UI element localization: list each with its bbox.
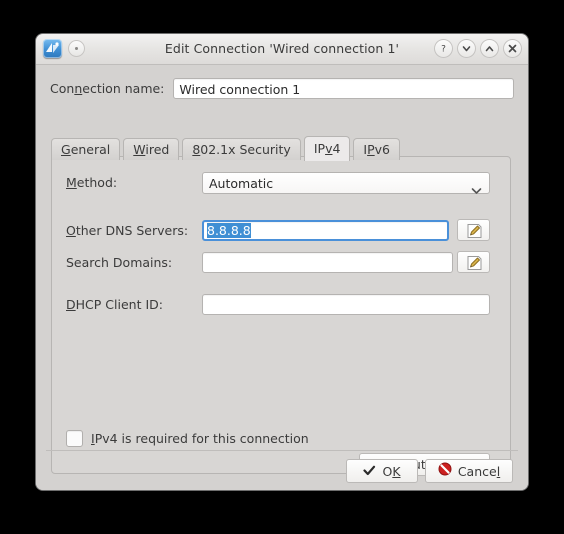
ipv4-required-checkbox[interactable] — [66, 430, 83, 447]
connection-name-row: Connection name: Wired connection 1 — [50, 78, 514, 99]
other-dns-servers-input[interactable]: 8.8.8.8 — [202, 220, 449, 241]
ipv4-required-row[interactable]: IPv4 is required for this connection — [66, 430, 309, 447]
tab-8021x-security[interactable]: 802.1x Security — [182, 138, 301, 160]
pencil-icon — [467, 224, 482, 238]
cancel-circle-icon — [438, 460, 452, 483]
search-domains-label: Search Domains: — [66, 255, 173, 270]
ipv4-tab-panel: Method: Automatic Other DNS Servers: 8.8… — [51, 156, 511, 476]
search-domains-input[interactable] — [202, 252, 453, 273]
tab-wired[interactable]: Wired — [123, 138, 180, 160]
connection-name-label: Connection name: — [50, 81, 165, 96]
dhcp-label-wrap: DHCP Client ID: — [66, 297, 163, 312]
cancel-button[interactable]: Cancel — [425, 459, 513, 483]
shade-button[interactable] — [457, 39, 476, 58]
ok-button-label: OK — [382, 463, 401, 479]
window-controls: ? — [434, 39, 522, 58]
dns-label-wrap: Other DNS Servers: — [66, 223, 188, 238]
edit-connection-dialog: Edit Connection 'Wired connection 1' ? C… — [36, 34, 528, 490]
cancel-button-label: Cancel — [457, 463, 501, 479]
tab-general[interactable]: General — [51, 138, 121, 160]
unshade-button[interactable] — [480, 39, 499, 58]
dialog-footer: OK Cancel — [36, 450, 528, 490]
connection-name-input[interactable]: Wired connection 1 — [173, 78, 514, 99]
checkmark-icon — [363, 460, 376, 483]
method-value: Automatic — [209, 176, 274, 191]
tab-ipv4[interactable]: IPv4 — [303, 136, 351, 161]
pencil-icon — [467, 256, 482, 270]
help-button[interactable]: ? — [434, 39, 453, 58]
search-domains-label-wrap: Search Domains: — [66, 255, 172, 270]
close-button[interactable] — [503, 39, 522, 58]
method-label-wrap: Method: — [66, 175, 117, 190]
search-domains-edit-button[interactable] — [457, 251, 490, 273]
method-select[interactable]: Automatic — [202, 172, 490, 194]
tab-ipv6[interactable]: IPv6 — [353, 138, 401, 160]
other-dns-servers-label: Other DNS Servers: — [66, 223, 189, 238]
dhcp-client-id-input[interactable] — [202, 294, 490, 315]
title-bar[interactable]: Edit Connection 'Wired connection 1' ? — [36, 34, 528, 65]
other-dns-servers-value: 8.8.8.8 — [207, 223, 251, 238]
screen: Edit Connection 'Wired connection 1' ? C… — [0, 0, 564, 534]
tab-bar: General Wired 802.1x Security IPv4 IPv6 — [51, 135, 401, 161]
footer-separator — [46, 450, 518, 451]
ipv4-required-label: IPv4 is required for this connection — [91, 431, 309, 446]
dhcp-client-id-label: DHCP Client ID: — [66, 297, 163, 312]
method-label: Method: — [66, 175, 118, 190]
svg-text:?: ? — [441, 45, 446, 54]
chevron-down-icon — [471, 180, 482, 201]
other-dns-servers-edit-button[interactable] — [457, 219, 490, 241]
dialog-body: Connection name: Wired connection 1 Gene… — [36, 65, 528, 490]
ok-button[interactable]: OK — [346, 459, 418, 483]
